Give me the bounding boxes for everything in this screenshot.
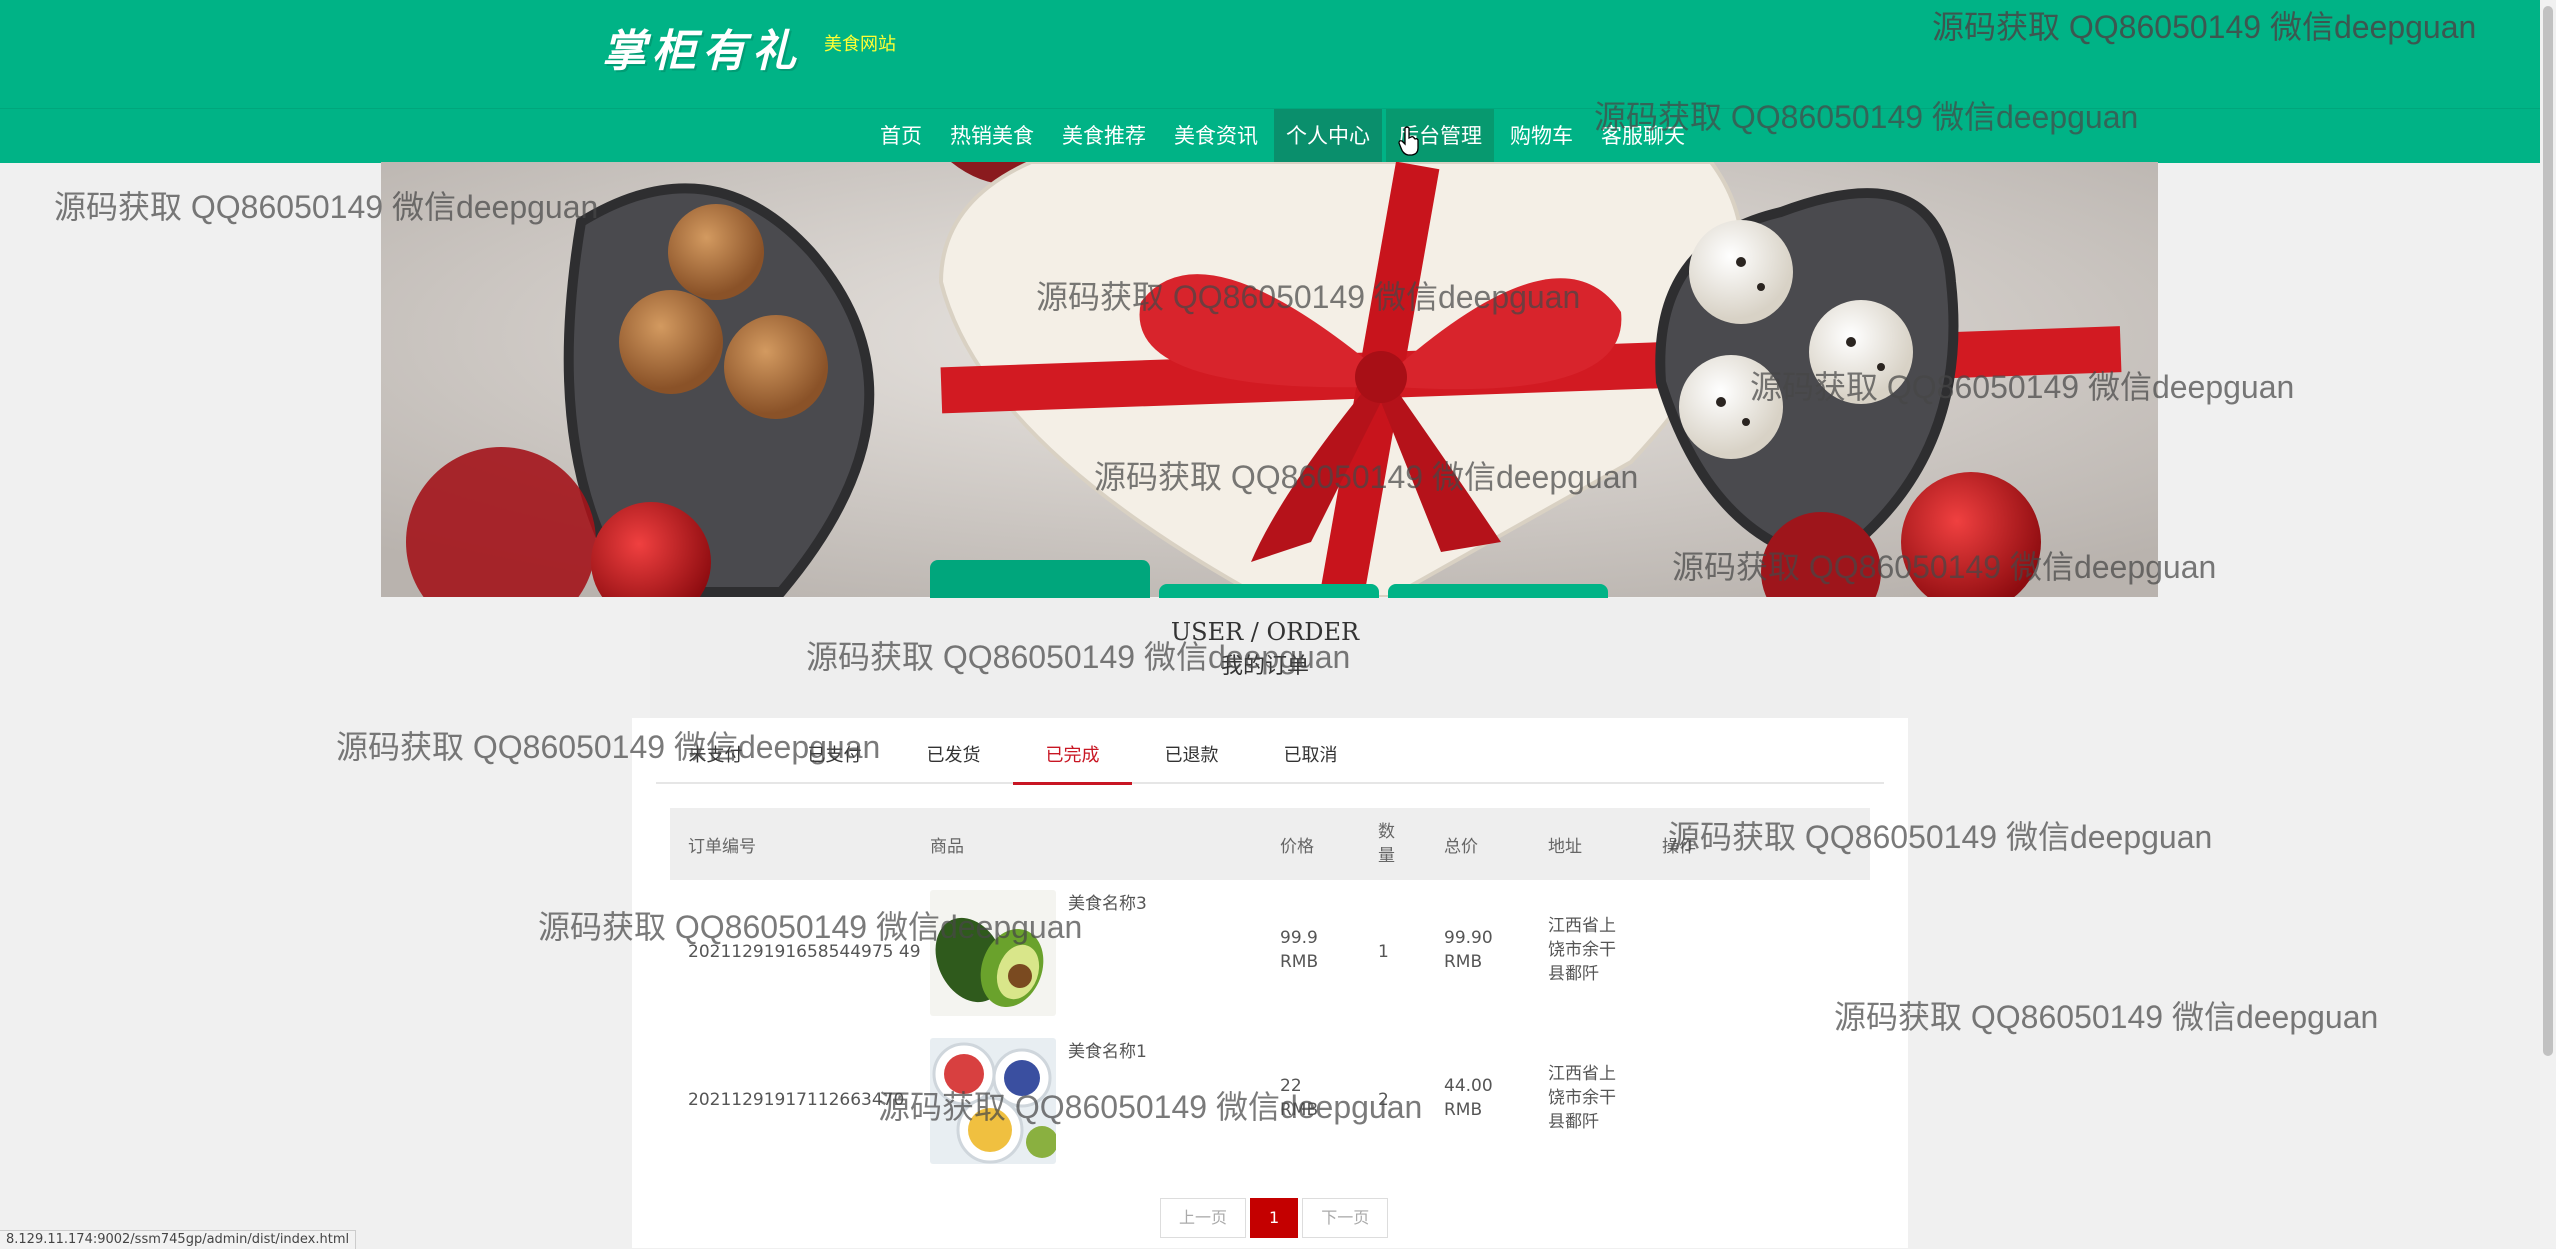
item-qty: 2 [1378, 1090, 1389, 1110]
item-qty: 1 [1378, 942, 1389, 962]
page-number-button[interactable]: 1 [1250, 1198, 1299, 1238]
order-section-header: USER / ORDER 我的订单 [650, 598, 1880, 718]
goods-name[interactable]: 美食名称1 [1068, 1040, 1147, 1064]
nav-item-user-center[interactable]: 个人中心 [1274, 109, 1382, 163]
item-total: 99.90 RMB [1444, 928, 1493, 972]
nav-item-chat[interactable]: 客服聊天 [1589, 109, 1697, 163]
hand-cursor-icon [1398, 126, 1419, 156]
order-status-tabs: 未支付 已支付 已发货 已完成 已退款 已取消 [656, 738, 1884, 785]
scrollbar-thumb[interactable] [2543, 6, 2553, 1056]
col-total: 总价 [1444, 836, 1478, 857]
site-subtitle: 美食网站 [824, 34, 896, 55]
goods-image-avocado[interactable] [930, 890, 1056, 1016]
table-row: 20211291917112663470 美食名称1 22 RMB 2 44.0… [670, 1028, 1870, 1176]
tab-paid[interactable]: 已支付 [775, 738, 894, 782]
hero-banner [381, 162, 2158, 597]
item-address: 江西省上饶市余干县鄱阡 [1548, 1064, 1616, 1132]
nav-item-cart[interactable]: 购物车 [1498, 109, 1585, 163]
main-nav: 首页 热销美食 美食推荐 美食资讯 个人中心 后台管理 购物车 客服聊天 [0, 108, 2540, 163]
item-price: 99.9 RMB [1280, 928, 1319, 972]
nav-item-news[interactable]: 美食资讯 [1162, 109, 1270, 163]
watermark-text: 源码获取 QQ86050149 微信deepguan [1834, 999, 2379, 1035]
banner-image [381, 162, 2158, 597]
nav-item-hot-food[interactable]: 热销美食 [938, 109, 1046, 163]
col-goods: 商品 [930, 836, 964, 857]
goods-name[interactable]: 美食名称3 [1068, 892, 1147, 916]
section-title-cn: 我的订单 [1220, 654, 1309, 679]
col-price: 价格 [1280, 836, 1314, 857]
prev-page-button[interactable]: 上一页 [1160, 1198, 1247, 1238]
next-page-button[interactable]: 下一页 [1302, 1198, 1389, 1238]
col-address: 地址 [1548, 836, 1582, 857]
site-header: 掌柜有礼 美食网站 [0, 0, 2540, 108]
goods-image-yogurt[interactable] [930, 1038, 1056, 1164]
table-header: 订单编号 商品 价格 数量 总价 地址 操作 [670, 808, 1870, 880]
order-number: 2021129191658544975 49 [688, 942, 921, 962]
pagination: 上一页 1 下一页 [1160, 1198, 1392, 1238]
item-total: 44.00 RMB [1444, 1076, 1493, 1120]
tab-unpaid[interactable]: 未支付 [656, 738, 775, 782]
banner-tab-2[interactable] [1159, 584, 1379, 598]
banner-tab-3[interactable] [1388, 584, 1608, 598]
item-address: 江西省上饶市余干县鄱阡 [1548, 916, 1616, 984]
table-row: 2021129191658544975 49 美食名称3 99.9 RMB 1 … [670, 880, 1870, 1028]
col-action: 操作 [1662, 836, 1696, 857]
site-logo[interactable]: 掌柜有礼 [602, 22, 802, 82]
section-title-en: USER / ORDER [1170, 618, 1360, 646]
tab-shipped[interactable]: 已发货 [894, 738, 1013, 782]
page-scrollbar[interactable] [2540, 0, 2556, 1248]
item-price: 22 RMB [1280, 1076, 1319, 1120]
nav-item-recommend[interactable]: 美食推荐 [1050, 109, 1158, 163]
status-bar-url: 8.129.11.174:9002/ssm745gp/admin/dist/in… [0, 1230, 357, 1249]
col-qty: 数量 [1378, 822, 1395, 866]
order-number: 20211291917112663470 [688, 1090, 905, 1110]
tab-cancelled[interactable]: 已取消 [1251, 738, 1370, 782]
order-panel: 未支付 已支付 已发货 已完成 已退款 已取消 订单编号 商品 价格 数量 总价… [632, 718, 1908, 1248]
banner-tab-1[interactable] [930, 560, 1150, 598]
col-order-no: 订单编号 [688, 836, 756, 857]
tab-refunded[interactable]: 已退款 [1132, 738, 1251, 782]
tab-completed[interactable]: 已完成 [1013, 738, 1132, 785]
nav-item-home[interactable]: 首页 [868, 109, 934, 163]
